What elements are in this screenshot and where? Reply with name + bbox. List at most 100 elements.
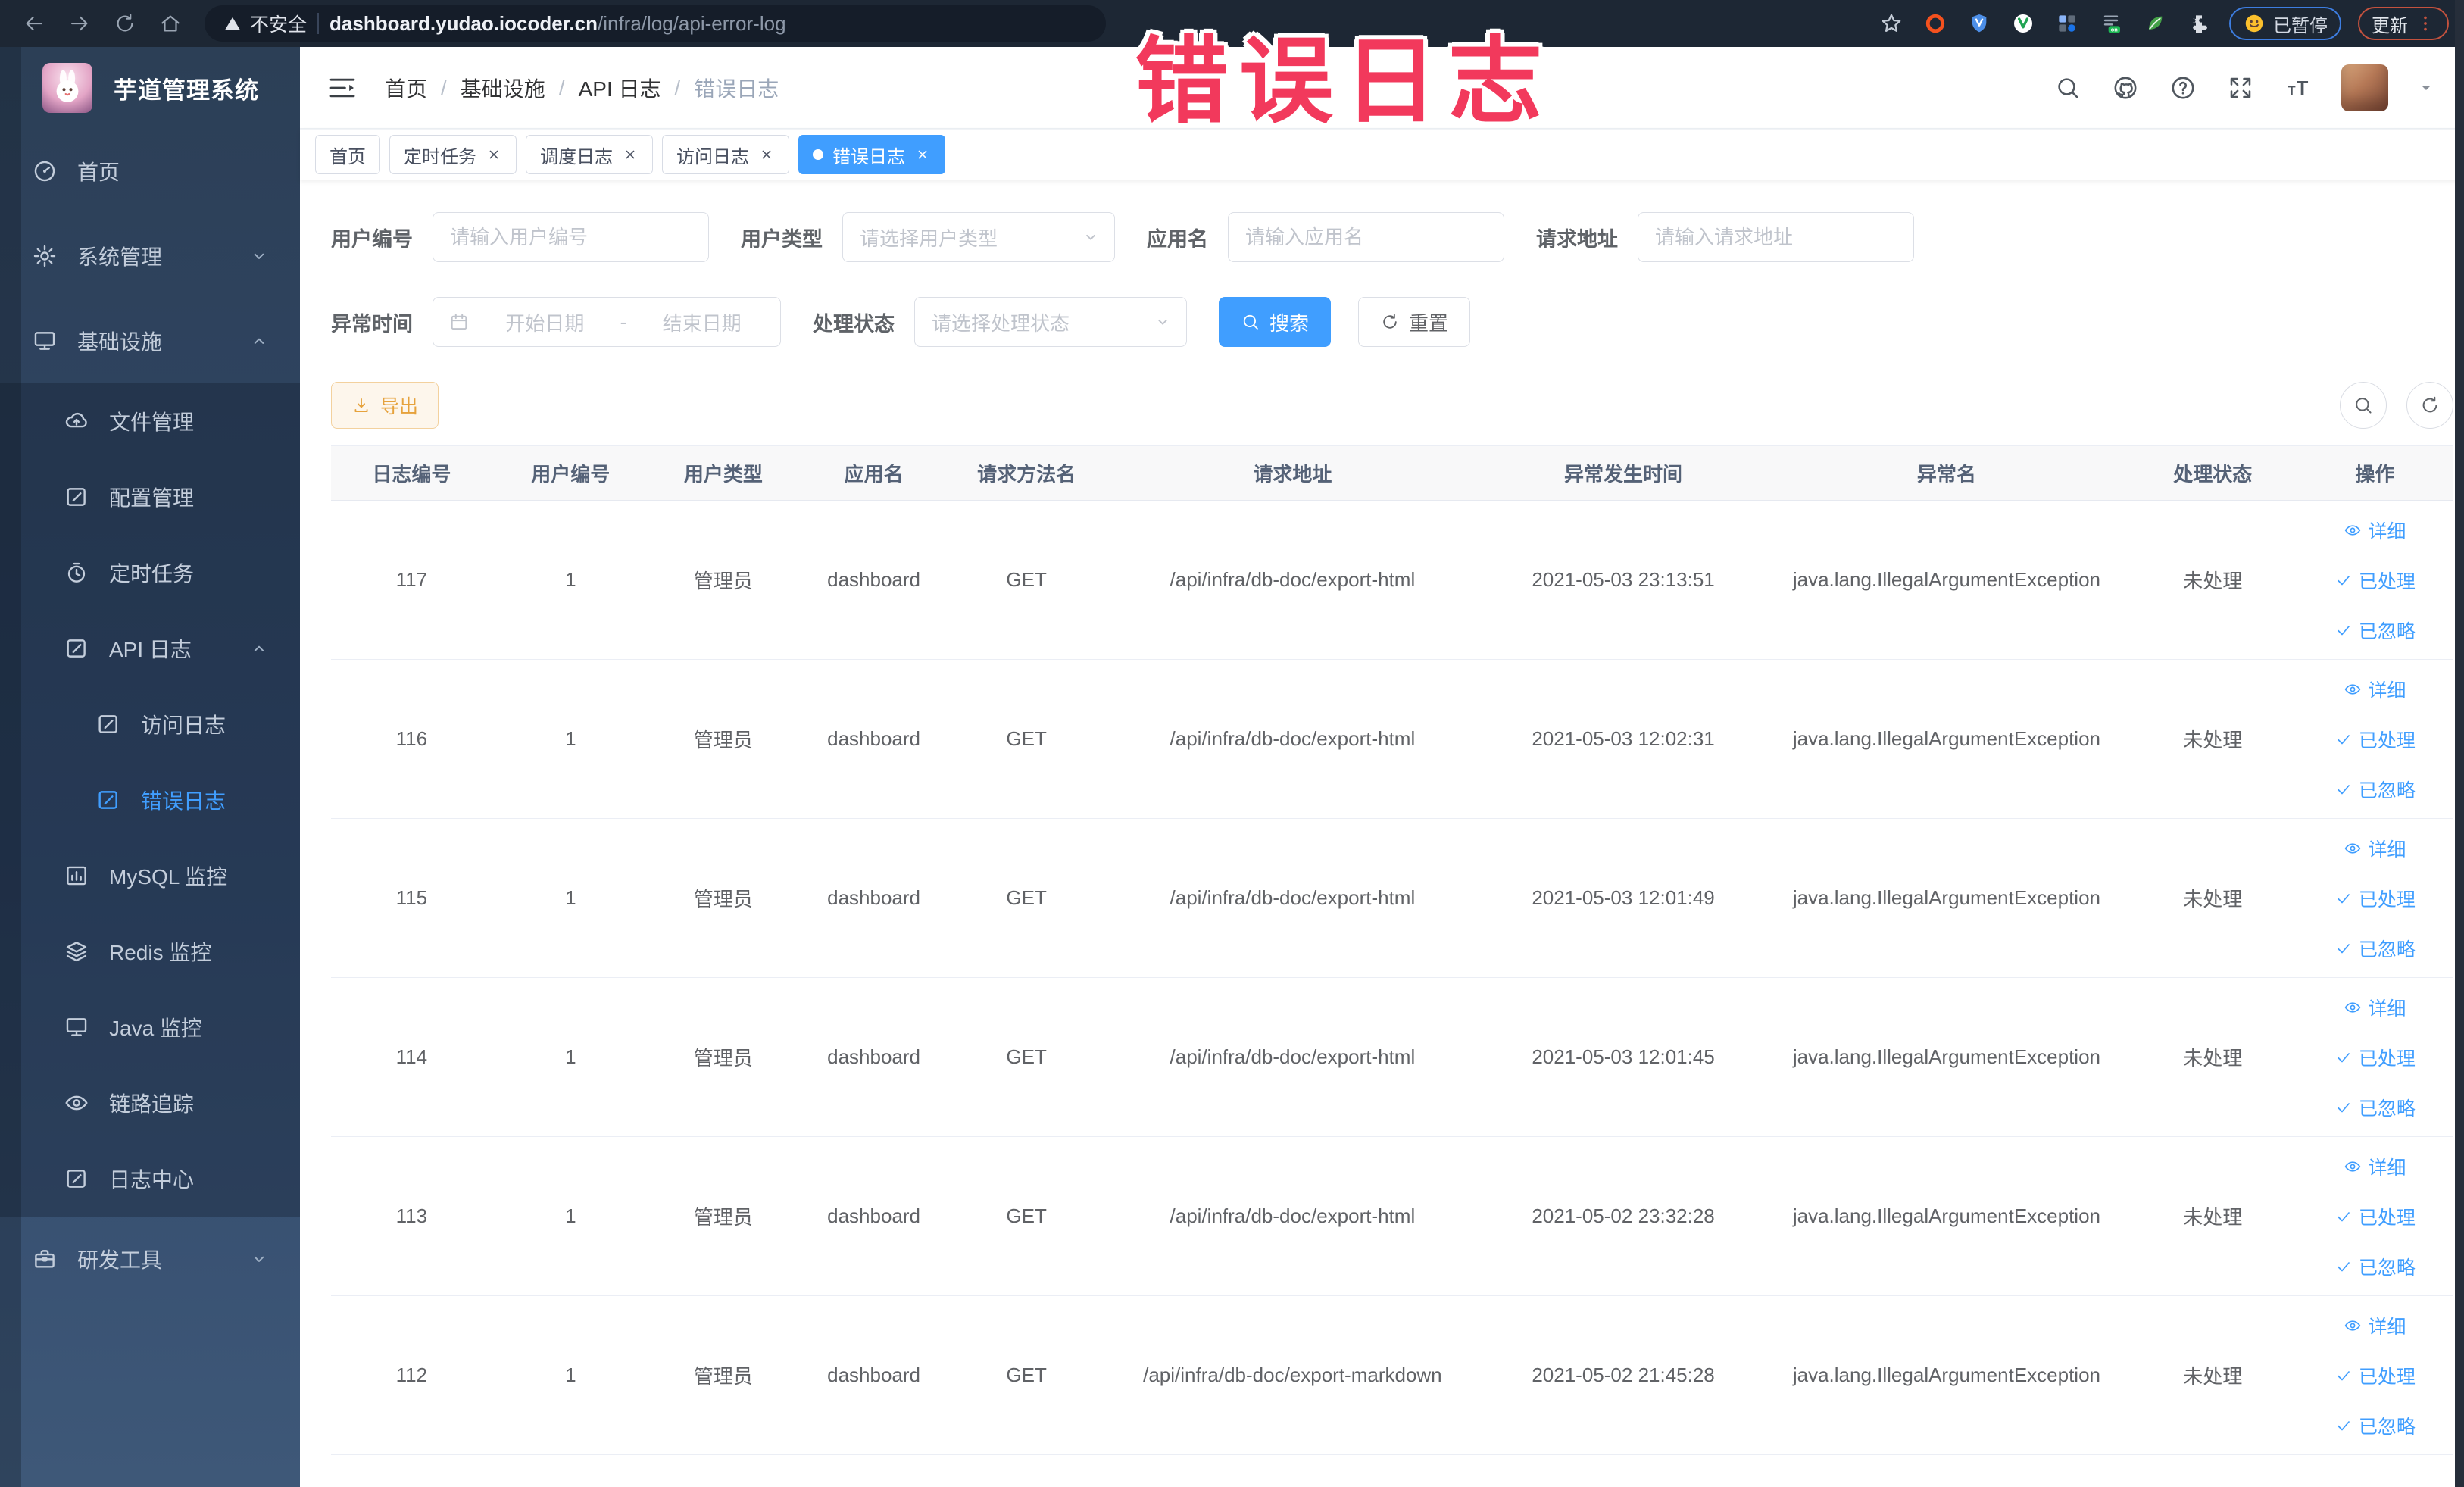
close-icon[interactable] (622, 146, 639, 163)
cell-url: /api/infra/db-doc/export-html (1102, 1136, 1482, 1296)
column-header-8: 处理状态 (2128, 445, 2297, 501)
address-bar[interactable]: 不安全 dashboard.yudao.iocoder.cn/infra/log… (205, 5, 1106, 42)
home-icon (159, 12, 182, 35)
mark-ignored-link[interactable]: 已忽略 (2334, 1082, 2416, 1132)
sidebar-item-4[interactable]: 配置管理 (0, 459, 300, 535)
app-logo-row[interactable]: 芋道管理系统 (0, 47, 300, 129)
extension-on-icon[interactable]: on (2097, 10, 2125, 37)
mark-ignored-link[interactable]: 已忽略 (2334, 764, 2416, 814)
detail-link[interactable]: 详细 (2344, 1301, 2406, 1351)
detail-link[interactable]: 详细 (2344, 982, 2406, 1032)
toggle-search-button[interactable] (2340, 382, 2387, 429)
tab-tag-4[interactable]: 错误日志 (798, 135, 945, 174)
mark-processed-link[interactable]: 已处理 (2334, 1192, 2416, 1242)
mark-processed-link[interactable]: 已处理 (2334, 1351, 2416, 1401)
tab-tag-0[interactable]: 首页 (315, 135, 380, 174)
sidebar-item-5[interactable]: 定时任务 (0, 535, 300, 611)
mark-ignored-link[interactable]: 已忽略 (2334, 1401, 2416, 1451)
sidebar-item-13[interactable]: 日志中心 (0, 1141, 300, 1217)
mark-processed-link[interactable]: 已处理 (2334, 873, 2416, 923)
browser-forward-button[interactable] (61, 5, 98, 42)
cell-actions: 详细 已处理 已忽略 (2296, 659, 2453, 819)
help-button[interactable] (2169, 73, 2197, 102)
profile-paused-badge[interactable]: 已暂停 (2229, 7, 2341, 40)
tab-tag-1[interactable]: 定时任务 (389, 135, 517, 174)
page-content: 用户编号 用户类型 请选择用户类型 应用名 请求地址 (300, 180, 2464, 1487)
extension-grid-icon[interactable] (2053, 10, 2081, 37)
github-icon (2112, 74, 2139, 102)
extension-puzzle-icon[interactable] (2185, 10, 2213, 37)
refresh-table-button[interactable] (2406, 382, 2453, 429)
mark-ignored-link[interactable]: 已忽略 (2334, 605, 2416, 655)
request-url-input[interactable] (1638, 212, 1914, 262)
detail-link[interactable]: 详细 (2344, 823, 2406, 873)
user-avatar[interactable] (2341, 64, 2388, 111)
sidebar-item-label: 研发工具 (77, 1248, 163, 1272)
breadcrumb-item-2[interactable]: API 日志 (579, 73, 661, 103)
user-type-select[interactable]: 请选择用户类型 (842, 212, 1115, 262)
detail-link[interactable]: 详细 (2344, 505, 2406, 555)
sidebar-item-3[interactable]: 文件管理 (0, 383, 300, 459)
browser-back-button[interactable] (15, 5, 53, 42)
cell-method: GET (950, 818, 1103, 978)
mark-ignored-link[interactable]: 已忽略 (2334, 923, 2416, 973)
timer-icon (64, 560, 89, 586)
extension-v-icon (2011, 11, 2035, 36)
sidebar-item-10[interactable]: Redis 监控 (0, 914, 300, 989)
close-icon[interactable] (914, 146, 931, 163)
extension-shield-icon[interactable] (1966, 10, 1993, 37)
sidebar-item-8[interactable]: 错误日志 (0, 762, 300, 838)
browser-home-button[interactable] (151, 5, 189, 42)
sidebar-item-label: 基础设施 (77, 330, 163, 354)
sidebar-item-7[interactable]: 访问日志 (0, 686, 300, 762)
sidebar-item-6[interactable]: API 日志 (0, 611, 300, 686)
extension-ring-icon[interactable] (1922, 10, 1949, 37)
close-icon[interactable] (758, 146, 775, 163)
mark-processed-link[interactable]: 已处理 (2334, 714, 2416, 764)
sidebar-item-2[interactable]: 基础设施 (0, 298, 300, 383)
sidebar-item-0[interactable]: 首页 (0, 129, 300, 214)
tag-label: 错误日志 (832, 146, 905, 167)
close-icon[interactable] (486, 146, 502, 163)
tab-tag-3[interactable]: 访问日志 (662, 135, 789, 174)
breadcrumb-item-0[interactable]: 首页 (385, 73, 427, 103)
fullscreen-button[interactable] (2226, 73, 2255, 102)
cell-actions: 详细 已处理 已忽略 (2296, 1295, 2453, 1455)
cell-time: 2021-05-03 12:01:49 (1482, 818, 1765, 978)
tab-tag-2[interactable]: 调度日志 (526, 135, 653, 174)
avatar-caret-button[interactable] (2417, 79, 2435, 97)
reset-button[interactable]: 重置 (1358, 297, 1471, 347)
detail-link[interactable]: 详细 (2344, 1142, 2406, 1192)
search-button[interactable]: 搜索 (1219, 297, 1332, 347)
user-id-input[interactable] (433, 212, 709, 262)
reload-icon (114, 12, 136, 35)
extension-leaf-icon[interactable] (2141, 10, 2169, 37)
range-separator: - (620, 310, 627, 333)
sidebar-item-label: API 日志 (109, 638, 192, 661)
sidebar-item-1[interactable]: 系统管理 (0, 214, 300, 298)
browser-reload-button[interactable] (106, 5, 144, 42)
exception-time-range-picker[interactable]: 开始日期 - 结束日期 (433, 297, 781, 347)
browser-update-button[interactable]: 更新 (2358, 7, 2449, 40)
processed-link-label: 已处理 (2358, 1207, 2416, 1229)
extension-v-icon[interactable] (2010, 10, 2037, 37)
github-link-button[interactable] (2111, 73, 2140, 102)
mark-processed-link[interactable]: 已处理 (2334, 1032, 2416, 1082)
extension-shield-icon (1967, 11, 1991, 36)
process-status-select[interactable]: 请选择处理状态 (914, 297, 1187, 347)
detail-link[interactable]: 详细 (2344, 664, 2406, 714)
tags-view-bar: 首页 定时任务 调度日志 访问日志 错误日志 (300, 129, 2464, 180)
sidebar-item-12[interactable]: 链路追踪 (0, 1065, 300, 1141)
sidebar-item-9[interactable]: MySQL 监控 (0, 838, 300, 914)
app-name-input[interactable] (1228, 212, 1504, 262)
sidebar-toggle-button[interactable] (327, 73, 361, 103)
mark-ignored-link[interactable]: 已忽略 (2334, 1242, 2416, 1292)
bookmark-star-button[interactable] (1878, 10, 1905, 37)
breadcrumb-item-1[interactable]: 基础设施 (461, 73, 545, 103)
export-button[interactable]: 导出 (331, 382, 439, 429)
sidebar-item-11[interactable]: Java 监控 (0, 989, 300, 1065)
sidebar-item-14[interactable]: 研发工具 (0, 1217, 300, 1301)
mark-processed-link[interactable]: 已处理 (2334, 555, 2416, 605)
font-size-button[interactable]: TT (2284, 73, 2313, 102)
header-search-button[interactable] (2053, 73, 2082, 102)
